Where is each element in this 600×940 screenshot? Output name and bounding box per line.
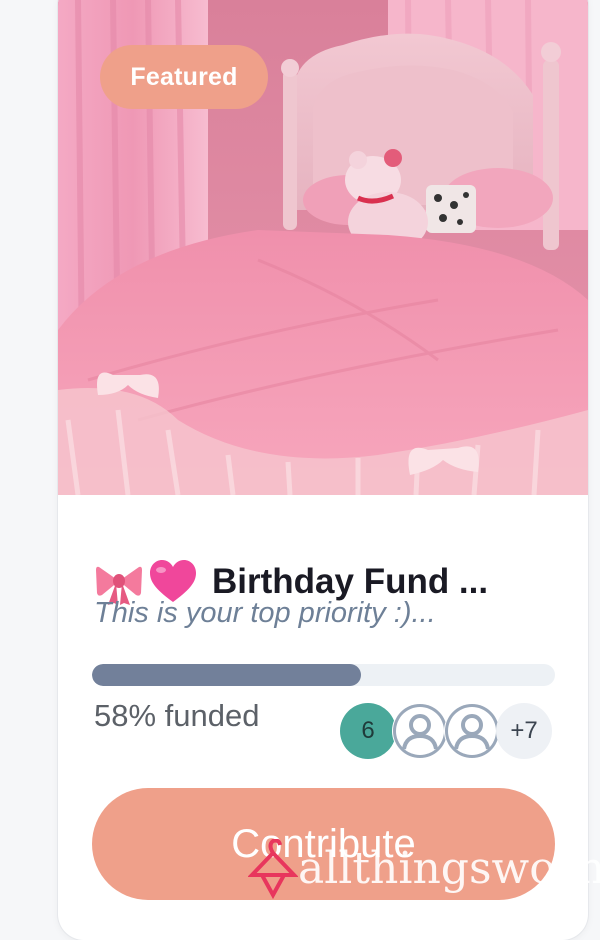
wishlist-card[interactable]: Featured Birthday Fund ... This is your … bbox=[58, 0, 588, 940]
user-avatar-icon bbox=[444, 703, 500, 759]
contributor-avatars[interactable]: 6 +7 bbox=[340, 703, 570, 759]
more-contributors-badge: +7 bbox=[496, 703, 552, 759]
featured-badge: Featured bbox=[100, 45, 268, 109]
card-title: Birthday Fund ... bbox=[212, 562, 489, 601]
product-photo[interactable]: Featured bbox=[58, 0, 588, 495]
contribute-button[interactable]: Contribute bbox=[92, 788, 555, 900]
funding-progress-fill bbox=[92, 664, 361, 686]
card-subtitle: This is your top priority :)... bbox=[94, 597, 436, 629]
funded-percent-label: 58% funded bbox=[94, 698, 260, 733]
contributor-count-badge: 6 bbox=[340, 703, 396, 759]
funding-progress-bar bbox=[92, 664, 555, 686]
user-avatar-icon bbox=[392, 703, 448, 759]
